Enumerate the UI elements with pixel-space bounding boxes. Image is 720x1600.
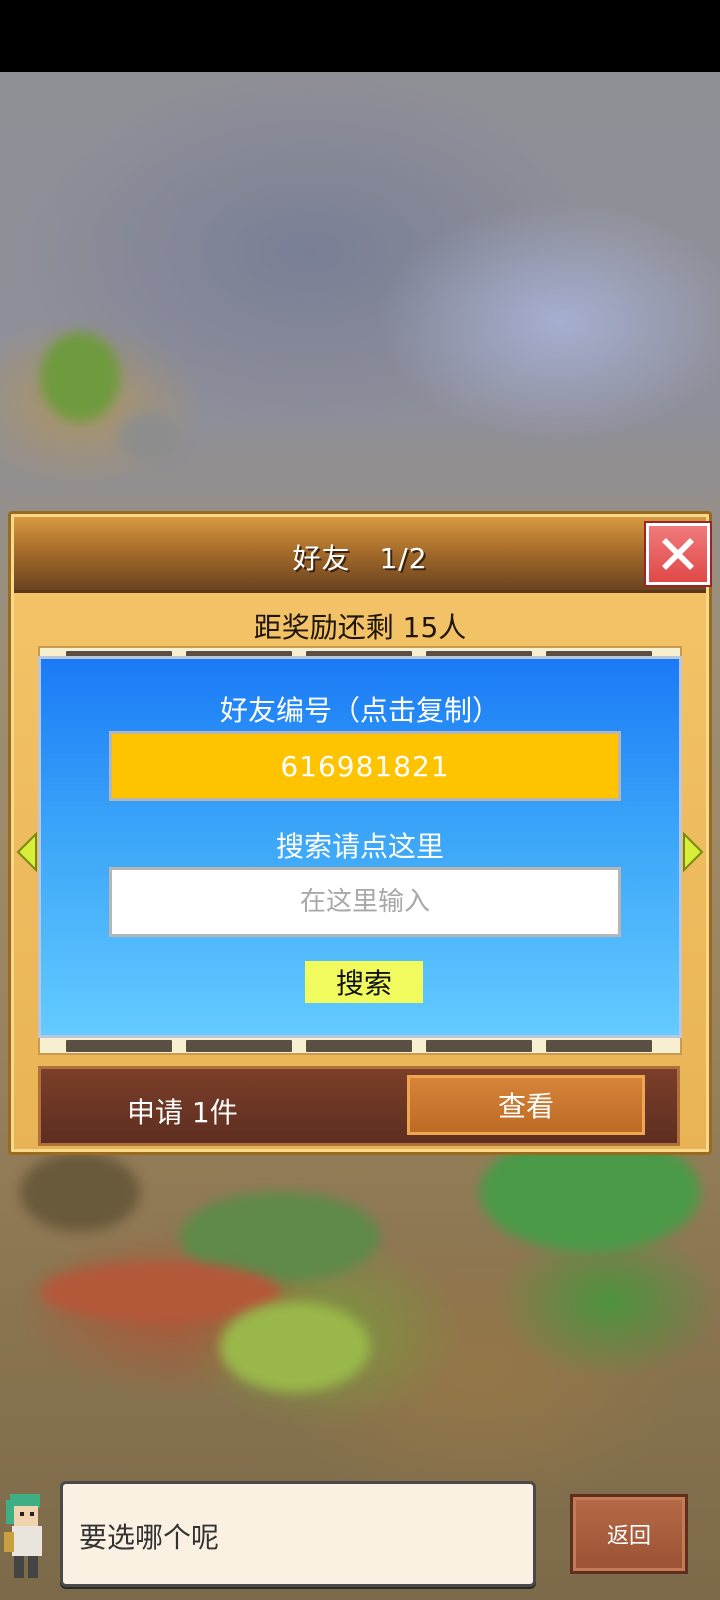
view-requests-button[interactable]: 查看 [407, 1075, 645, 1135]
tab-strip-bottom [38, 1035, 682, 1055]
search-input[interactable] [109, 867, 621, 937]
close-button[interactable] [644, 521, 712, 587]
request-count-text: 申请 1件 [127, 1096, 238, 1129]
friend-id-panel: 好友编号（点击复制） 616981821 搜索请点这里 搜索 [38, 656, 682, 1038]
reward-remaining-text: 距奖励还剩 15人 [253, 611, 467, 644]
character-avatar [4, 1494, 42, 1578]
tab-slot[interactable] [306, 1040, 412, 1052]
arrow-left-icon[interactable] [16, 832, 38, 872]
friend-id-label: 好友编号（点击复制） [219, 694, 500, 727]
background-rock [120, 412, 180, 462]
dialog-title: 好友 1/2 [292, 542, 428, 575]
arrow-right-icon[interactable] [682, 832, 704, 872]
background-crops [220, 1302, 370, 1392]
status-bar [0, 0, 720, 72]
search-button[interactable]: 搜索 [305, 961, 423, 1003]
background-field [20, 1152, 140, 1232]
message-text: 要选哪个呢 [79, 1521, 220, 1554]
search-label: 搜索请点这里 [275, 830, 444, 863]
tab-slot[interactable] [426, 1040, 532, 1052]
background-bush [40, 332, 120, 422]
back-button[interactable]: 返回 [570, 1494, 688, 1574]
close-icon [662, 538, 694, 570]
friend-request-bar: 申请 1件 查看 [38, 1066, 680, 1146]
tab-slot[interactable] [546, 1040, 652, 1052]
tab-slot[interactable] [66, 1040, 172, 1052]
tab-slot[interactable] [186, 1040, 292, 1052]
friend-id-value[interactable]: 616981821 [109, 731, 621, 801]
dialog-header: 好友 1/2 [14, 517, 712, 593]
message-box: 要选哪个呢 [60, 1481, 536, 1587]
